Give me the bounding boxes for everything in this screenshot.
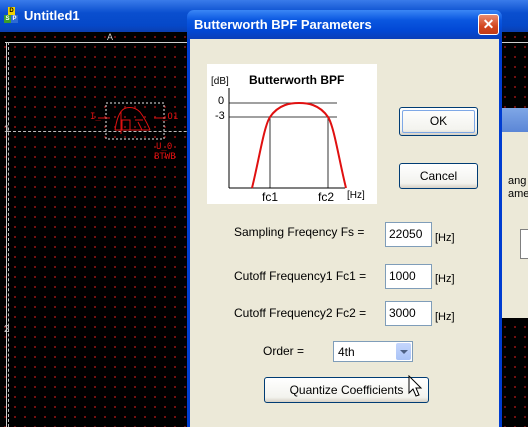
background-dialog-button[interactable] <box>520 229 528 259</box>
quantize-coefficients-button[interactable]: Quantize Coefficients <box>264 377 429 403</box>
chevron-down-icon[interactable] <box>396 343 411 360</box>
ok-button-label: OK <box>429 114 448 128</box>
background-dialog-titlebar <box>500 108 528 132</box>
dialog-body: [dB] Butterworth BPF 0 -3 fc1 fc2 [Hz] O… <box>190 39 499 427</box>
graph-y-tick-0: 0 <box>218 95 225 107</box>
order-label: Order = <box>263 344 305 358</box>
graph-y-tick-3: -3 <box>215 110 225 122</box>
cutoff-frequency1-label: Cutoff Frequency1 Fc1 = <box>234 269 367 283</box>
cutoff-frequency2-label: Cutoff Frequency2 Fc2 = <box>234 306 367 320</box>
graph-x-fc1: fc1 <box>262 190 279 204</box>
column-label: A <box>107 32 114 42</box>
cutoff-frequency1-input[interactable]: 1000 <box>385 264 432 289</box>
bpf-parameters-dialog: Butterworth BPF Parameters ✕ [dB] Butter… <box>187 10 502 427</box>
sampling-frequency-input[interactable]: 22050 <box>385 222 432 247</box>
background-dialog: ang amet <box>500 108 528 318</box>
left-ruler <box>0 42 7 427</box>
butterworth-block[interactable]: I_ _O1 U_0 BTWB <box>88 100 198 170</box>
app-icon: D S P <box>4 7 18 23</box>
app-icon-letter-s: S <box>4 15 11 23</box>
dialog-title: Butterworth BPF Parameters <box>194 17 372 32</box>
dialog-titlebar[interactable]: Butterworth BPF Parameters ✕ <box>187 10 502 39</box>
component-name: BTWB <box>154 152 176 162</box>
graph-x-unit: [Hz] <box>347 190 365 201</box>
cutoff-frequency2-unit: [Hz] <box>435 311 455 323</box>
cutoff-frequency1-unit: [Hz] <box>435 273 455 285</box>
graph-y-unit: [dB] <box>211 76 229 87</box>
app-icon-letter-d: D <box>8 7 15 15</box>
sampling-frequency-label: Sampling Freqency Fs = <box>234 225 365 239</box>
app-icon-letter-p: P <box>11 15 18 23</box>
graph-title: Butterworth BPF <box>249 73 345 87</box>
order-select-value: 4th <box>338 345 355 359</box>
background-dialog-text-1: ang <box>508 175 527 187</box>
graph-x-fc2: fc2 <box>318 190 335 204</box>
mouse-cursor-icon <box>408 375 423 397</box>
component-pin-in: I_ <box>90 112 101 122</box>
ok-button[interactable]: OK <box>399 107 478 136</box>
component-ref: U_0 <box>156 142 173 152</box>
order-select[interactable]: 4th <box>333 341 413 362</box>
sampling-frequency-unit: [Hz] <box>435 232 455 244</box>
background-dialog-text-2: amet <box>508 188 528 200</box>
component-pin-out: _O1 <box>162 112 179 122</box>
butterworth-block-symbol <box>98 102 166 140</box>
cancel-button[interactable]: Cancel <box>399 163 478 189</box>
cutoff-frequency2-input[interactable]: 3000 <box>385 301 432 326</box>
close-button[interactable]: ✕ <box>478 14 499 35</box>
grid-line-vertical <box>8 42 9 427</box>
main-window-title: Untitled1 <box>24 8 80 23</box>
bpf-response-graph: [dB] Butterworth BPF 0 -3 fc1 fc2 [Hz] <box>207 64 377 204</box>
